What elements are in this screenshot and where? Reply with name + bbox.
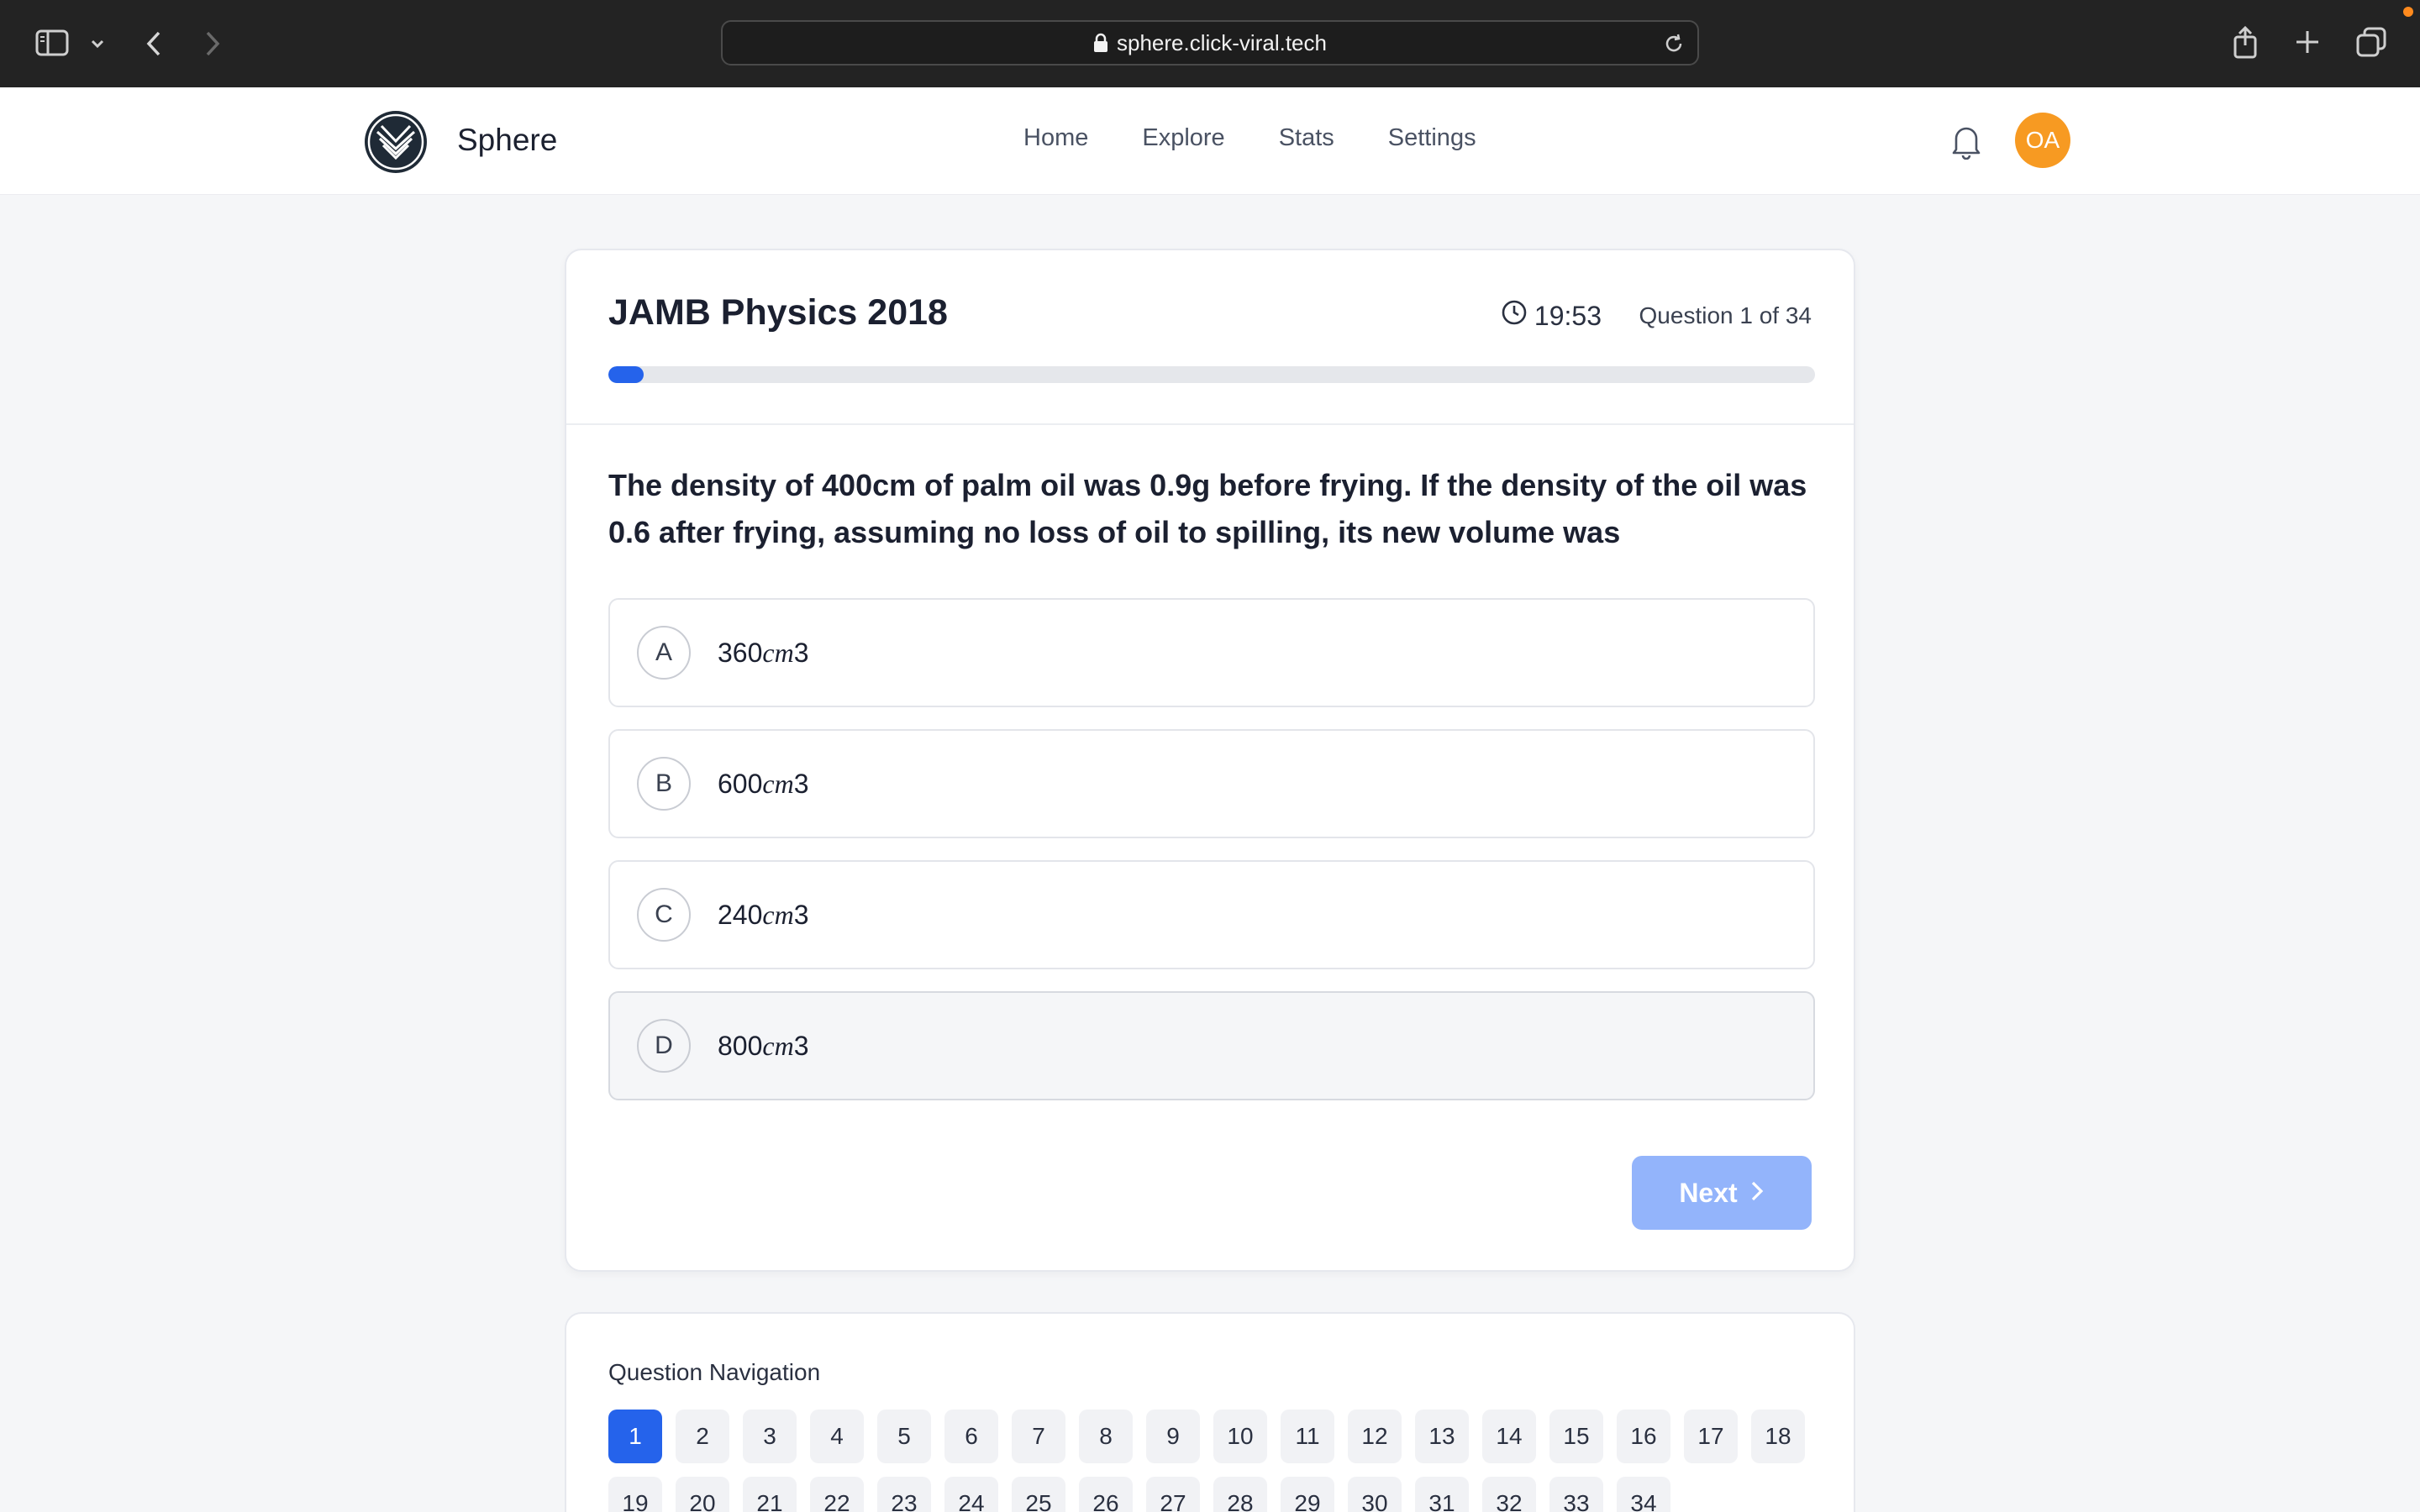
nav-stats[interactable]: Stats <box>1279 124 1334 152</box>
notification-dot <box>2403 7 2413 17</box>
chevron-right-icon <box>1749 1178 1765 1209</box>
question-nav-button[interactable]: 10 <box>1213 1410 1267 1463</box>
user-avatar[interactable]: OA <box>2015 113 2070 168</box>
divider <box>566 423 1854 425</box>
option-letter: C <box>637 888 691 942</box>
timer: 19:53 <box>1501 299 1602 333</box>
option-letter: D <box>637 1019 691 1073</box>
question-text: The density of 400cm of palm oil was 0.9… <box>608 468 1807 549</box>
question-nav-button[interactable]: 24 <box>944 1477 998 1512</box>
quiz-card: JAMB Physics 2018 19:53 Question 1 of 34… <box>565 249 1855 1272</box>
question-nav-button[interactable]: 34 <box>1617 1477 1670 1512</box>
option-letter: B <box>637 757 691 811</box>
question-nav-button[interactable]: 21 <box>743 1477 797 1512</box>
brand-name[interactable]: Sphere <box>457 123 557 158</box>
chevron-down-icon[interactable] <box>87 34 108 54</box>
question-nav-button[interactable]: 5 <box>877 1410 931 1463</box>
question-nav-button[interactable]: 18 <box>1751 1410 1805 1463</box>
option-c[interactable]: C 240cm3 <box>608 860 1815 969</box>
timer-value: 19:53 <box>1534 300 1602 331</box>
question-nav-button[interactable]: 23 <box>877 1477 931 1512</box>
question-nav-button[interactable]: 9 <box>1146 1410 1200 1463</box>
option-text: 600cm3 <box>718 768 809 799</box>
question-nav-button[interactable]: 17 <box>1684 1410 1738 1463</box>
new-tab-icon[interactable] <box>2292 27 2323 57</box>
question-nav-button[interactable]: 28 <box>1213 1477 1267 1512</box>
option-b[interactable]: B 600cm3 <box>608 729 1815 838</box>
bell-icon[interactable] <box>1949 123 1983 164</box>
tabs-overview-icon[interactable] <box>2354 25 2388 59</box>
reload-icon[interactable] <box>1662 32 1686 60</box>
back-arrow-icon[interactable] <box>141 27 166 60</box>
progress-fill <box>608 366 644 383</box>
lock-icon <box>1093 33 1108 53</box>
main-nav: Home Explore Stats Settings <box>1023 124 1476 152</box>
question-nav-button[interactable]: 31 <box>1415 1477 1469 1512</box>
question-nav-button[interactable]: 6 <box>944 1410 998 1463</box>
option-letter: A <box>637 626 691 680</box>
nav-explore[interactable]: Explore <box>1142 124 1224 152</box>
share-icon[interactable] <box>2230 24 2260 60</box>
sidebar-icon[interactable] <box>34 27 71 59</box>
address-bar[interactable]: sphere.click-viral.tech <box>721 20 1699 66</box>
question-nav-button[interactable]: 11 <box>1281 1410 1334 1463</box>
url-text: sphere.click-viral.tech <box>1117 29 1327 55</box>
question-nav-button[interactable]: 8 <box>1079 1410 1133 1463</box>
question-nav-button[interactable]: 2 <box>676 1410 729 1463</box>
sphere-logo-icon[interactable] <box>363 109 429 175</box>
question-nav-button[interactable]: 14 <box>1482 1410 1536 1463</box>
question-nav-button[interactable]: 13 <box>1415 1410 1469 1463</box>
question-nav-button[interactable]: 15 <box>1549 1410 1603 1463</box>
question-nav-button[interactable]: 25 <box>1012 1477 1065 1512</box>
clock-icon <box>1501 299 1528 333</box>
option-d[interactable]: D 800cm3 <box>608 991 1815 1100</box>
question-counter: Question 1 of 34 <box>1639 302 1812 328</box>
question-nav-button[interactable]: 7 <box>1012 1410 1065 1463</box>
question-nav-button[interactable]: 30 <box>1348 1477 1402 1512</box>
browser-toolbar: sphere.click-viral.tech <box>0 0 2420 87</box>
question-navigation: Question Navigation 1 2 3 4 5 6 7 8 9 10 11 12 13 14 1… <box>565 1312 1855 1512</box>
question-nav-button[interactable]: 20 <box>676 1477 729 1512</box>
question-grid: 1 2 3 4 5 6 7 8 9 10 11 12 13 14 15 16 17 18 19 20 21 22 23 24 2… <box>608 1410 1818 1512</box>
app-header: Sphere Home Explore Stats Settings OA <box>0 87 2420 195</box>
question-nav-button[interactable]: 29 <box>1281 1477 1334 1512</box>
question-nav-button[interactable]: 3 <box>743 1410 797 1463</box>
question-nav-button[interactable]: 12 <box>1348 1410 1402 1463</box>
question-navigation-title: Question Navigation <box>608 1359 821 1385</box>
question-nav-button[interactable]: 19 <box>608 1477 662 1512</box>
option-text: 360cm3 <box>718 637 809 668</box>
next-button[interactable]: Next <box>1632 1156 1812 1230</box>
question-nav-button[interactable]: 26 <box>1079 1477 1133 1512</box>
question-nav-button[interactable]: 32 <box>1482 1477 1536 1512</box>
question-nav-button[interactable]: 1 <box>608 1410 662 1463</box>
forward-arrow-icon[interactable] <box>200 27 225 60</box>
question-nav-button[interactable]: 27 <box>1146 1477 1200 1512</box>
quiz-title: JAMB Physics 2018 <box>608 292 948 333</box>
option-text: 800cm3 <box>718 1030 809 1061</box>
question-nav-button[interactable]: 4 <box>810 1410 864 1463</box>
progress-bar <box>608 366 1815 383</box>
nav-settings[interactable]: Settings <box>1388 124 1476 152</box>
question-nav-button[interactable]: 33 <box>1549 1477 1603 1512</box>
nav-home[interactable]: Home <box>1023 124 1088 152</box>
next-label: Next <box>1679 1177 1738 1208</box>
option-text: 240cm3 <box>718 899 809 930</box>
option-a[interactable]: A 360cm3 <box>608 598 1815 707</box>
question-nav-button[interactable]: 22 <box>810 1477 864 1512</box>
question-nav-button[interactable]: 16 <box>1617 1410 1670 1463</box>
